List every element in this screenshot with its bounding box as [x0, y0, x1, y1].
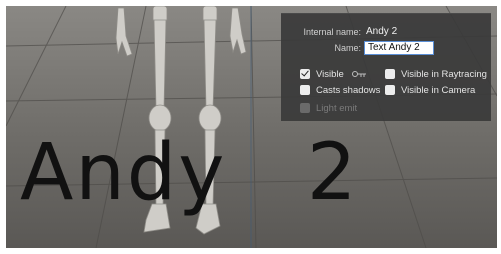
internal-name-label: Internal name:: [303, 27, 361, 37]
visible-in-raytracing-checkbox[interactable]: [385, 69, 395, 79]
light-emit-label: Light emit: [316, 103, 358, 114]
name-label: Name:: [334, 43, 361, 53]
casts-shadows-checkbox[interactable]: [300, 85, 310, 95]
name-input[interactable]: Text Andy 2: [364, 41, 434, 55]
chain-link-icon[interactable]: [351, 70, 367, 78]
casts-shadows-label: Casts shadows: [316, 85, 381, 96]
visible-in-camera-label: Visible in Camera: [401, 85, 476, 96]
visible-label: Visible: [316, 69, 344, 80]
object-properties-panel: Internal name: Andy 2 Name: Text Andy 2 …: [281, 13, 491, 121]
visible-in-raytracing-label: Visible in Raytracing: [401, 69, 487, 80]
visible-in-camera-checkbox[interactable]: [385, 85, 395, 95]
light-emit-checkbox: [300, 103, 310, 113]
scene-3d-text[interactable]: Andy 2: [20, 134, 358, 212]
visible-checkbox[interactable]: [300, 69, 310, 79]
internal-name-value: Andy 2: [366, 26, 398, 37]
